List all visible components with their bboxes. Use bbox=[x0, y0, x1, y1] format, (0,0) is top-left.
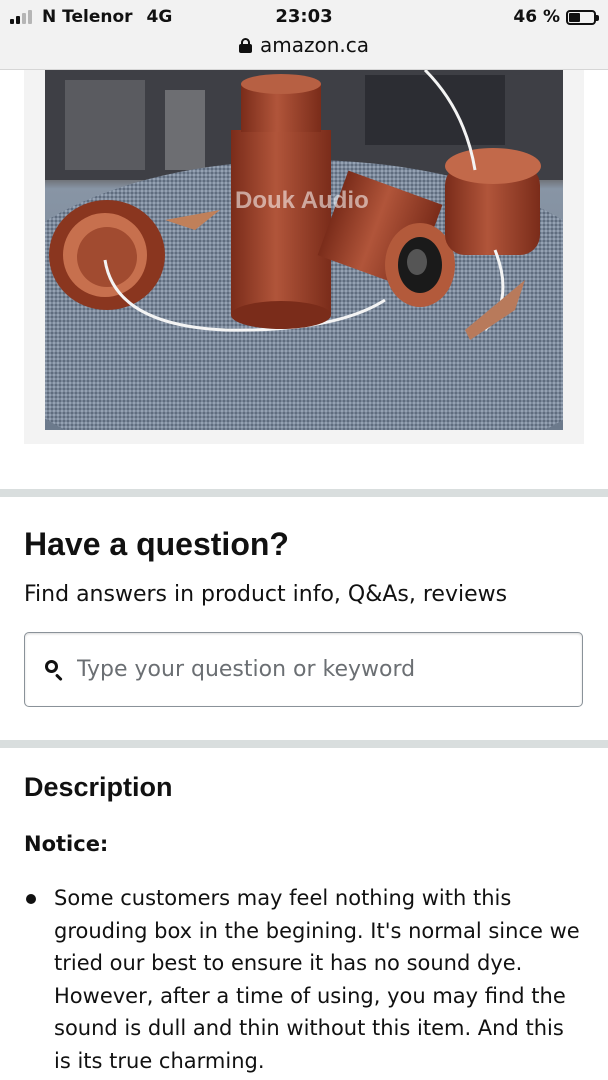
address-bar[interactable]: amazon.ca bbox=[0, 33, 608, 57]
list-item: Some customers may feel nothing with thi… bbox=[24, 882, 584, 1077]
product-image-container: Douk Audio bbox=[24, 70, 584, 444]
battery-info: 46 % bbox=[513, 7, 599, 27]
section-divider bbox=[0, 740, 608, 748]
notice-label: Notice: bbox=[24, 832, 109, 856]
battery-icon bbox=[566, 9, 599, 25]
status-bar: N Telenor 4G 23:03 46 % amazon.ca bbox=[0, 0, 608, 70]
url-text[interactable]: amazon.ca bbox=[260, 33, 369, 57]
question-search-input[interactable] bbox=[75, 656, 559, 683]
description-bullets: Some customers may feel nothing with thi… bbox=[24, 882, 584, 1077]
question-search-box[interactable] bbox=[24, 632, 583, 707]
lock-icon bbox=[238, 37, 252, 53]
question-section-subtitle: Find answers in product info, Q&As, revi… bbox=[24, 582, 508, 607]
description-title: Description bbox=[24, 772, 173, 802]
bullet-text: Some customers may feel nothing with thi… bbox=[54, 886, 580, 1073]
product-image[interactable]: Douk Audio bbox=[45, 70, 563, 430]
battery-percent: 46 % bbox=[513, 7, 560, 27]
question-section-title: Have a question? bbox=[24, 526, 289, 562]
section-divider bbox=[0, 489, 608, 497]
bullet-marker bbox=[26, 894, 36, 904]
search-icon bbox=[43, 658, 67, 682]
image-watermark: Douk Audio bbox=[235, 187, 369, 214]
